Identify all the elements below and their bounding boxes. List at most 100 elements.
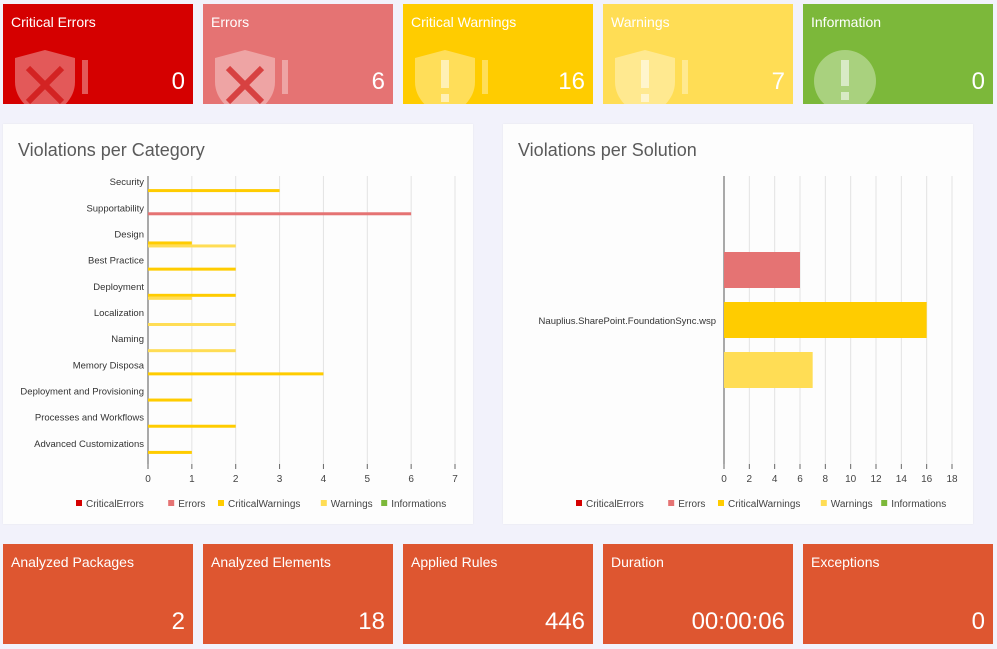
tile-title: Duration	[611, 554, 664, 570]
legend-label-criticalwarnings[interactable]: CriticalWarnings	[728, 499, 800, 510]
legend-swatch-warnings[interactable]	[820, 500, 827, 506]
x-tick-label: 4	[321, 474, 327, 485]
legend-label-criticalwarnings[interactable]: CriticalWarnings	[228, 499, 300, 510]
x-tick-label: 4	[772, 474, 778, 485]
bar-solution-criticalwarnings[interactable]	[724, 302, 927, 338]
shield-exclamation-icon	[415, 50, 488, 104]
bar-deployment-warnings[interactable]	[148, 296, 192, 300]
bar-solution-warnings[interactable]	[724, 352, 813, 388]
tile-title: Analyzed Packages	[11, 554, 134, 570]
category-label-deployment: Deployment	[93, 282, 144, 293]
category-chart: 0 1 2 3 4 5 6 7 Security Supportability Design Best…	[20, 176, 458, 510]
tile-exceptions[interactable]: Exceptions 0	[803, 544, 993, 644]
bar-supportability-errors[interactable]	[148, 212, 412, 216]
category-label-deployment-and-provisioning: Deployment and Provisioning	[20, 387, 144, 398]
legend-label-errors[interactable]: Errors	[178, 499, 205, 510]
legend-swatch-errors[interactable]	[668, 500, 675, 506]
tile-title: Analyzed Elements	[211, 554, 331, 570]
tile-value: 0	[971, 608, 985, 635]
tile-value: 2	[171, 608, 185, 635]
shield-x-icon	[215, 50, 288, 104]
legend-label-criticalerrors[interactable]: CriticalErrors	[586, 499, 644, 510]
tile-value: 16	[558, 68, 585, 95]
category-label-memory-disposa: Memory Disposa	[73, 360, 145, 371]
bar-solution-errors[interactable]	[724, 252, 800, 288]
x-tick-label: 14	[896, 474, 908, 485]
tile-title: Warnings	[611, 14, 670, 30]
bar-memory-disposa-criticalwarnings[interactable]	[148, 372, 324, 376]
legend-label-warnings[interactable]: Warnings	[331, 499, 373, 510]
category-label-solution: Nauplius.SharePoint.FoundationSync.wsp	[539, 316, 716, 327]
category-label-processes-and-workflows: Processes and Workflows	[35, 413, 144, 424]
tile-value: 00:00:06	[691, 608, 785, 635]
legend-label-errors[interactable]: Errors	[678, 499, 705, 510]
tile-value: 18	[358, 608, 385, 635]
x-tick-label: 18	[946, 474, 958, 485]
tile-title: Exceptions	[811, 554, 880, 570]
solution-chart: 0 2 4 6 8 10 12 14 16 18 Nauplius.SharePoint.Found…	[539, 176, 958, 510]
tile-warnings[interactable]: Warnings 7	[603, 4, 793, 104]
x-tick-label: 6	[408, 474, 414, 485]
tile-analyzed-packages[interactable]: Analyzed Packages 2	[3, 544, 193, 644]
x-tick-label: 2	[747, 474, 753, 485]
tile-information[interactable]: Information 0	[803, 4, 993, 104]
tile-value: 7	[771, 68, 785, 95]
tile-title: Information	[811, 14, 882, 30]
x-tick-label: 1	[189, 474, 195, 485]
shield-x-icon	[15, 50, 88, 104]
legend-swatch-criticalwarnings[interactable]	[718, 500, 724, 506]
bar-localization-warnings[interactable]	[148, 323, 236, 326]
legend-swatch-criticalwarnings[interactable]	[218, 500, 224, 506]
x-tick-label: 0	[721, 474, 727, 485]
x-tick-label: 5	[365, 474, 371, 485]
legend-swatch-informations[interactable]	[381, 500, 388, 506]
tile-title: Errors	[211, 14, 250, 30]
x-tick-label: 12	[870, 474, 882, 485]
bar-security-criticalwarnings[interactable]	[148, 189, 280, 193]
tile-applied-rules[interactable]: Applied Rules 446	[403, 544, 593, 644]
tile-value: 0	[971, 68, 985, 95]
x-tick-label: 3	[277, 474, 283, 485]
bar-naming-warnings[interactable]	[148, 349, 236, 353]
tile-critical-warnings[interactable]: Critical Warnings 16	[403, 4, 593, 104]
shield-exclamation-icon	[615, 50, 688, 104]
tile-errors[interactable]: Errors 6	[203, 4, 393, 104]
legend-label-informations[interactable]: Informations	[891, 499, 946, 510]
x-tick-label: 0	[145, 474, 151, 485]
legend-label-criticalerrors[interactable]: CriticalErrors	[86, 499, 144, 510]
bar-deployment-and-provisioning-criticalwarnings[interactable]	[148, 398, 192, 402]
tile-critical-errors[interactable]: Critical Errors 0	[3, 4, 193, 104]
legend-swatch-errors[interactable]	[168, 500, 175, 506]
legend-label-informations[interactable]: Informations	[391, 499, 446, 510]
tile-value: 0	[171, 68, 185, 95]
solution-chart-panel: Violations per Solution 0 2 4 6 8 10 12 14 16 18 N…	[503, 124, 973, 524]
tile-value: 6	[371, 68, 385, 95]
legend-swatch-criticalerrors[interactable]	[76, 500, 82, 506]
tile-analyzed-elements[interactable]: Analyzed Elements 18	[203, 544, 393, 644]
bar-advanced-customizations-criticalwarnings[interactable]	[148, 450, 192, 454]
tile-title: Critical Errors	[11, 14, 96, 30]
category-label-best-practice: Best Practice	[88, 256, 144, 267]
info-circle-icon	[814, 50, 876, 104]
x-tick-label: 2	[233, 474, 239, 485]
bar-design-criticalwarnings[interactable]	[148, 241, 192, 245]
bar-best-practice-criticalwarnings[interactable]	[148, 267, 236, 271]
bar-processes-and-workflows-criticalwarnings[interactable]	[148, 424, 236, 428]
tile-value: 446	[544, 608, 585, 635]
category-label-design: Design	[114, 229, 144, 240]
category-label-naming: Naming	[111, 334, 144, 345]
legend-swatch-criticalerrors[interactable]	[576, 500, 582, 506]
legend-label-warnings[interactable]: Warnings	[831, 499, 873, 510]
bar-deployment-criticalwarnings[interactable]	[148, 293, 236, 297]
x-tick-label: 6	[797, 474, 803, 485]
category-label-security: Security	[110, 177, 145, 188]
bar-design-warnings[interactable]	[148, 244, 236, 248]
tile-duration[interactable]: Duration 00:00:06	[603, 544, 793, 644]
tile-title: Applied Rules	[411, 554, 498, 570]
category-label-localization: Localization	[94, 308, 144, 319]
legend-swatch-informations[interactable]	[881, 500, 888, 506]
category-label-supportability: Supportability	[86, 203, 144, 214]
x-tick-label: 8	[823, 474, 829, 485]
legend-swatch-warnings[interactable]	[320, 500, 327, 506]
x-tick-label: 10	[845, 474, 857, 485]
